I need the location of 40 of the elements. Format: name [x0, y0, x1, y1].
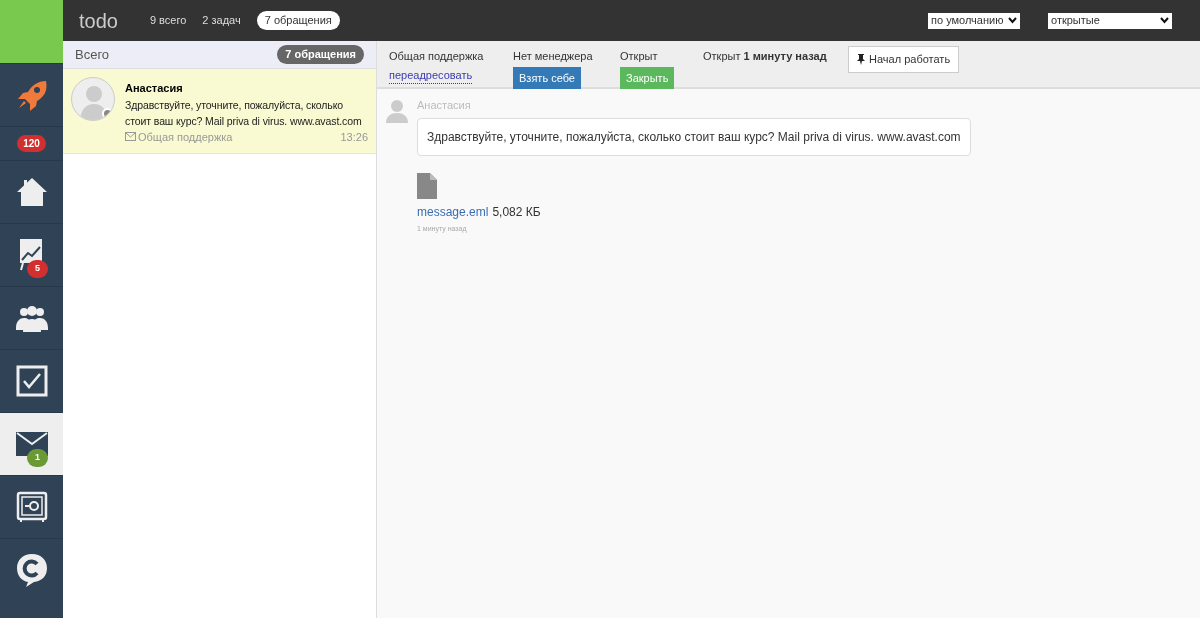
- checkbox-icon: [15, 365, 48, 397]
- filter-tab[interactable]: 2 задач: [202, 12, 241, 29]
- chevron-icon: [1008, 17, 1017, 24]
- rocket-icon: [15, 79, 48, 111]
- envelope-icon: [125, 132, 136, 142]
- opened-time: Открыт 1 минуту назад: [703, 49, 828, 64]
- envelope-icon: [15, 432, 48, 456]
- dropdown[interactable]: по умолчанию: [928, 12, 1020, 29]
- count-badge: 7 обращения: [277, 45, 364, 64]
- manager-label: Нет менеджера: [513, 49, 594, 64]
- chevron-icon: [1160, 17, 1169, 24]
- app-title: todo: [79, 8, 118, 34]
- start-work-button[interactable]: Начал работать: [848, 46, 960, 73]
- message-bubble: Здравствуйте, уточните, пожалуйста, сколько стоит ваш курс? Mail priva di virus. www.avast.com: [417, 117, 971, 156]
- status-label: Открыт: [620, 49, 659, 64]
- avatar-photo-placeholder: [0, 0, 63, 63]
- count-badge: 120: [17, 135, 46, 152]
- forward-link[interactable]: переадресовать: [389, 66, 473, 84]
- take-button[interactable]: Взять себе: [513, 66, 581, 89]
- pin-icon: [857, 54, 865, 65]
- filter-tab[interactable]: 9 всего: [149, 12, 187, 29]
- group-label: Общая поддержка: [389, 49, 485, 64]
- message-preview: Здравствуйте, уточните, пожалуйста, сколько стоит ваш курс? Mail priva di virus. www.avast.com: [125, 97, 363, 129]
- user-silhouette-icon: [385, 99, 409, 123]
- avatar-silhouette-icon: [71, 77, 115, 121]
- dropdown[interactable]: открытые: [1048, 12, 1172, 29]
- safe-icon: [15, 491, 48, 523]
- author-name: Анастасия: [417, 98, 472, 113]
- contact-name: Анастасия: [125, 81, 184, 96]
- count-badge: 5: [27, 260, 48, 278]
- users-icon: [14, 304, 49, 332]
- channel-label: Общая поддержка: [138, 129, 233, 145]
- message-time: 13:26: [340, 129, 368, 145]
- file-icon: [417, 172, 437, 199]
- conversation-item[interactable]: Анастасия Здравствуйте, уточните, пожалуйста, сколько стоит ваш курс? Mail priva di virus. www.avast.com Общая поддержка 13:26: [63, 69, 376, 154]
- list-title: Всего: [75, 45, 110, 64]
- filter-tab[interactable]: 7 обращения: [256, 11, 340, 30]
- attachment-link[interactable]: message.eml: [417, 202, 489, 221]
- chat-bubble-icon: [15, 553, 48, 587]
- file-size: 5,082 КБ: [492, 203, 541, 221]
